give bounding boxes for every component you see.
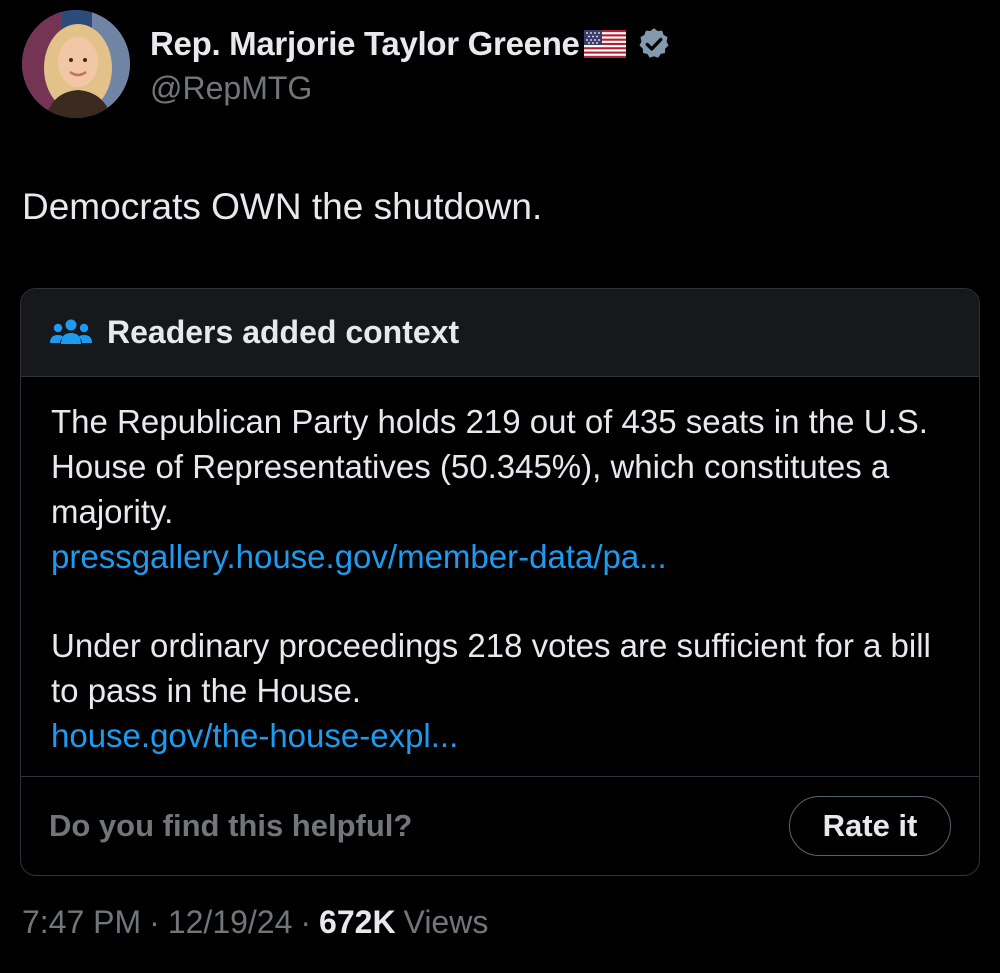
community-note-body: The Republican Party holds 219 out of 43… [21,377,979,777]
us-flag-icon [583,30,626,58]
community-note-title: Readers added context [107,314,460,350]
meta-separator: · [149,904,160,940]
note-source-link-1[interactable]: pressgallery.house.gov/member-data/pa... [51,534,949,579]
author-handle[interactable]: @RepMTG [150,70,312,107]
community-note-footer: Do you find this helpful? Rate it [21,777,979,875]
tweet-meta: 7:47 PM · 12/19/24 · 672K Views [22,904,488,941]
views-label: Views [403,904,489,940]
meta-separator: · [300,904,312,940]
note-paragraph-2: Under ordinary proceedings 218 votes are… [51,627,931,709]
community-note-header: Readers added context [21,289,979,377]
tweet-header: Rep. Marjorie Taylor Greene @RepMTG [22,10,982,120]
community-note-card: Readers added context The Republican Par… [20,288,980,876]
tweet-text: Democrats OWN the shutdown. [22,186,543,227]
verified-badge-icon[interactable] [636,26,672,62]
note-paragraph-1: The Republican Party holds 219 out of 43… [51,403,928,530]
helpful-question: Do you find this helpful? [49,808,413,843]
note-source-link-2[interactable]: house.gov/the-house-expl... [51,713,949,758]
author-display-name[interactable]: Rep. Marjorie Taylor Greene [150,25,580,63]
tweet-date[interactable]: 12/19/24 [168,904,293,941]
rate-it-button[interactable]: Rate it [789,796,951,856]
tweet-time[interactable]: 7:47 PM [22,904,141,941]
avatar[interactable] [22,10,130,118]
author-name-row[interactable]: Rep. Marjorie Taylor Greene [150,24,672,64]
views-count: 672K [319,904,396,940]
people-icon [49,316,93,350]
